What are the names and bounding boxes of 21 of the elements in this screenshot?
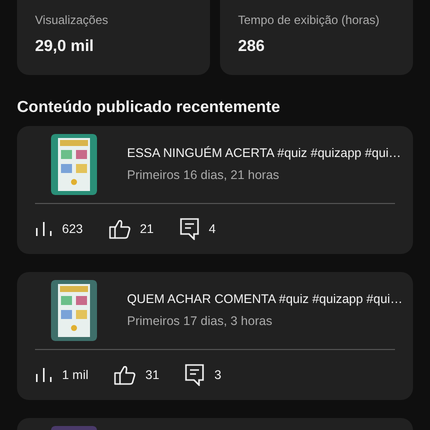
views-count: 623 — [62, 220, 83, 238]
views-count: 1 mil — [62, 366, 88, 384]
video-title: QUEM ACHAR COMENTA #quiz #quizapp #qui… — [127, 291, 403, 308]
comment-icon — [180, 218, 200, 240]
stat-value: 286 — [238, 37, 266, 57]
comments-count: 4 — [208, 220, 216, 238]
comment-icon — [185, 364, 206, 386]
bar-chart-icon — [35, 221, 53, 237]
bar-chart-icon — [35, 367, 53, 383]
section-heading: Conteúdo publicado recentemente — [17, 98, 282, 118]
likes-count: 21 — [140, 220, 154, 238]
thumbs-up-icon — [108, 219, 131, 239]
likes-count: 31 — [145, 366, 160, 384]
thumbs-up-icon — [114, 365, 136, 385]
video-period: Primeiros 17 dias, 3 horas — [127, 313, 274, 330]
video-period: Primeiros 16 dias, 21 horas — [127, 167, 280, 184]
stat-value: 29,0 mil — [35, 37, 95, 57]
stat-label: Tempo de exibição (horas) — [238, 12, 380, 29]
comments-count: 3 — [214, 366, 222, 384]
stat-label: Visualizações — [35, 12, 110, 29]
video-title: ESSA NINGUÉM ACERTA #quiz #quizapp #qui… — [127, 145, 401, 162]
